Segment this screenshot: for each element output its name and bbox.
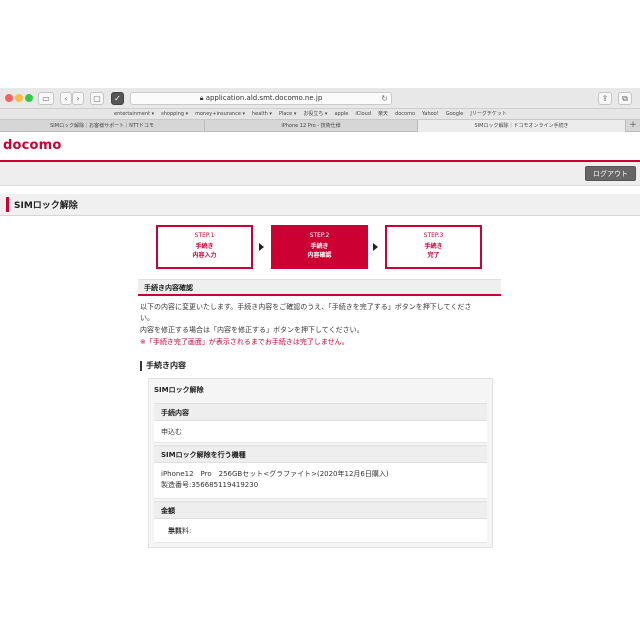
bookmark-item[interactable]: Google [446,109,464,119]
browser-toolbar: ▭ ‹ › ▢ ✓ 🔒︎ application.ald.smt.docomo.… [0,88,640,109]
confirm-heading-text: 手続き内容確認 [144,284,193,292]
procedure-label-row: 手続内容 [154,403,487,421]
step-label: STEP.3 [423,232,444,239]
bookmark-item[interactable]: money+insurance ▾ [195,109,245,119]
new-tab-icon[interactable]: + [626,120,640,132]
browser-chrome: ▭ ‹ › ▢ ✓ 🔒︎ application.ald.smt.docomo.… [0,88,640,132]
fee-value: 無料 [168,527,182,535]
maximize-window-icon[interactable] [25,94,33,102]
device-label-row: SIMロック解除を行う機種 [154,445,487,463]
price-label: 金額 [161,507,175,515]
close-window-icon[interactable] [5,94,13,102]
page-title-bar: SIMロック解除 [0,194,640,216]
forward-icon[interactable]: › [72,92,84,105]
site-header: docomo [0,132,640,162]
step-text: 内容入力 [192,252,217,259]
device-model: iPhone12 Pro 256GBセット<グラファイト>(2020年12月6日… [161,470,389,478]
address-bar[interactable]: 🔒︎ application.ald.smt.docomo.ne.jp ↻ [130,92,392,105]
step-1: STEP.1 手続き 内容入力 [156,225,253,269]
details-heading-text: 手続き内容 [146,361,186,370]
price-label-row: 金額 [154,501,487,519]
confirm-description: い。 [140,314,154,322]
step-2: STEP.2 手続き 内容確認 [271,225,368,269]
minimize-window-icon[interactable] [15,94,23,102]
step-text: 完了 [427,252,440,259]
browser-tab-active[interactable]: SIMロック解除｜ドコモオンライン手続き [418,120,626,132]
page-title: SIMロック解除 [14,201,78,211]
bookmark-item[interactable]: Jリーグチケット [470,109,506,119]
bookmark-item[interactable]: Yahoo! [422,109,439,119]
lock-icon: 🔒︎ [199,94,204,102]
bookmarks-bar: entertainment ▾ shopping ▾ money+insurance… [0,109,640,119]
bookmark-item[interactable]: 楽天 [378,109,388,119]
docomo-logo[interactable]: docomo [3,138,62,153]
step-text: 内容確認 [307,252,332,259]
title-accent [6,197,9,212]
price-value-row: 手数料: 無料 [154,519,487,543]
step-text: 手続き [424,243,443,250]
address-text: application.ald.smt.docomo.ne.jp [205,94,323,102]
bookmark-item[interactable]: entertainment ▾ [114,109,154,119]
share-icon[interactable]: ⇪ [598,92,612,105]
details-box: SIMロック解除 手続内容 申込む SIMロック解除を行う機種 iPhone12… [148,378,493,548]
procedure-label: 手続内容 [161,409,189,417]
browser-tab[interactable]: iPhone 12 Pro - 技術仕様 [205,120,418,132]
device-label: SIMロック解除を行う機種 [161,451,246,459]
reload-icon[interactable]: ↻ [381,93,388,104]
step-label: STEP.1 [194,232,215,239]
step-text: 手続き [195,243,214,250]
sidebar-icon[interactable]: ▭ [38,92,54,105]
bookmark-item[interactable]: iCloud [355,109,371,119]
step-arrow-icon [259,243,264,251]
step-arrow-icon [373,243,378,251]
procedure-value-row: 申込む [154,421,487,443]
step-3: STEP.3 手続き 完了 [385,225,482,269]
tab-strip: SIMロック解除｜お客様サポート｜NTTドコモ iPhone 12 Pro - … [0,119,640,132]
bookmark-item[interactable]: Place ▾ [279,109,296,119]
browser-tab[interactable]: SIMロック解除｜お客様サポート｜NTTドコモ [0,120,205,132]
back-icon[interactable]: ‹ [60,92,72,105]
bookmark-item[interactable]: health ▾ [252,109,272,119]
utility-bar: ログアウト [0,162,640,186]
logout-button[interactable]: ログアウト [585,166,636,181]
confirm-description: 内容を修正する場合は「内容を修正する」ボタンを押下してください。 [140,326,364,334]
tabs-icon[interactable]: ⧉ [618,92,632,105]
step-text: 手続き [310,243,329,250]
extension-check-icon[interactable]: ✓ [111,92,124,105]
confirm-section-heading: 手続き内容確認 [138,279,501,296]
device-value-row: iPhone12 Pro 256GBセット<グラファイト>(2020年12月6日… [154,463,487,499]
step-label: STEP.2 [309,232,330,239]
tab-overview-icon[interactable]: ▢ [90,92,104,105]
details-box-title: SIMロック解除 [154,386,204,394]
bookmark-item[interactable]: docomo [395,109,415,119]
page: ▭ ‹ › ▢ ✓ 🔒︎ application.ald.smt.docomo.… [0,0,640,640]
bookmark-item[interactable]: お役立ち ▾ [303,109,327,119]
confirm-description: 以下の内容に変更いたします。手続き内容をご確認のうえ、「手続きを完了する」ボタン… [140,303,472,311]
procedure-value: 申込む [161,428,182,436]
device-serial: 製造番号:356685119419230 [161,481,259,489]
confirm-warning: ※「手続き完了画面」が表示されるまでお手続きは完了しません。 [140,338,349,346]
bookmark-item[interactable]: shopping ▾ [161,109,188,119]
heading-bar [140,361,142,371]
bookmark-item[interactable]: apple [334,109,348,119]
